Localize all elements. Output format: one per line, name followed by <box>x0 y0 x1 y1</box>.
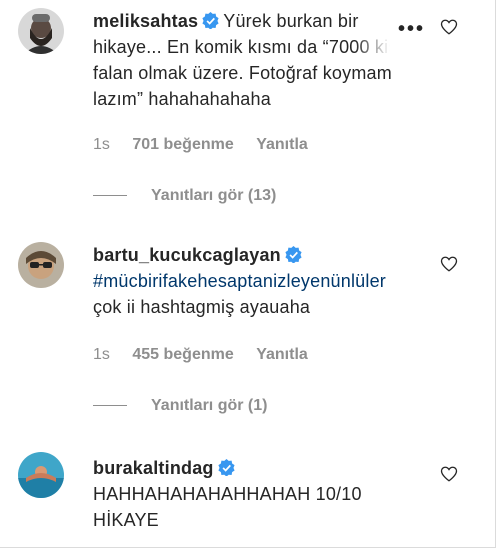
comment-body: bartu_kucukcaglayan #mücbirifakehesaptani… <box>93 242 403 320</box>
username[interactable]: burakaltindag <box>93 458 214 478</box>
username[interactable]: bartu_kucukcaglayan <box>93 245 281 265</box>
divider-line <box>93 195 127 197</box>
view-replies-button[interactable]: Yanıtları gör (13) <box>93 187 276 205</box>
view-replies-label: Yanıtları gör (13) <box>151 187 277 204</box>
avatar[interactable] <box>18 8 64 54</box>
comment-time[interactable]: 1s <box>93 136 110 153</box>
verified-badge-icon <box>202 12 219 29</box>
view-replies-button[interactable]: Yanıtları gör (1) <box>93 397 267 415</box>
reply-button[interactable]: Yanıtla <box>256 346 308 363</box>
comment-text: çok ii hashtagmiş ayauaha <box>93 297 311 317</box>
comment-time[interactable]: 1s <box>93 346 110 363</box>
comment-body: burakaltindag HAHHAHAHAHAHHAHAH 10/10 HİK… <box>93 455 413 533</box>
heart-icon[interactable] <box>440 255 458 273</box>
hashtag-link[interactable]: #mücbirifakehesaptanizleyenünlüler <box>93 271 386 291</box>
verified-badge-icon <box>285 246 302 263</box>
divider-line <box>93 405 127 407</box>
likes-count[interactable]: 701 beğenme <box>132 136 233 153</box>
heart-icon[interactable] <box>440 18 458 36</box>
likes-count[interactable]: 455 beğenme <box>132 346 233 363</box>
avatar[interactable] <box>18 242 64 288</box>
more-options-icon[interactable]: ••• <box>398 18 425 41</box>
comment-meta: 1s 701 beğenme Yanıtla <box>93 136 326 154</box>
comment-meta: 1s 455 beğenme Yanıtla <box>93 346 326 364</box>
reply-button[interactable]: Yanıtla <box>256 136 308 153</box>
verified-badge-icon <box>218 459 235 476</box>
avatar[interactable] <box>18 452 64 498</box>
view-replies-label: Yanıtları gör (1) <box>151 397 268 414</box>
comment-text: HAHHAHAHAHAHHAHAH 10/10 HİKAYE <box>93 484 362 530</box>
username[interactable]: meliksahtas <box>93 11 198 31</box>
heart-icon[interactable] <box>440 465 458 483</box>
